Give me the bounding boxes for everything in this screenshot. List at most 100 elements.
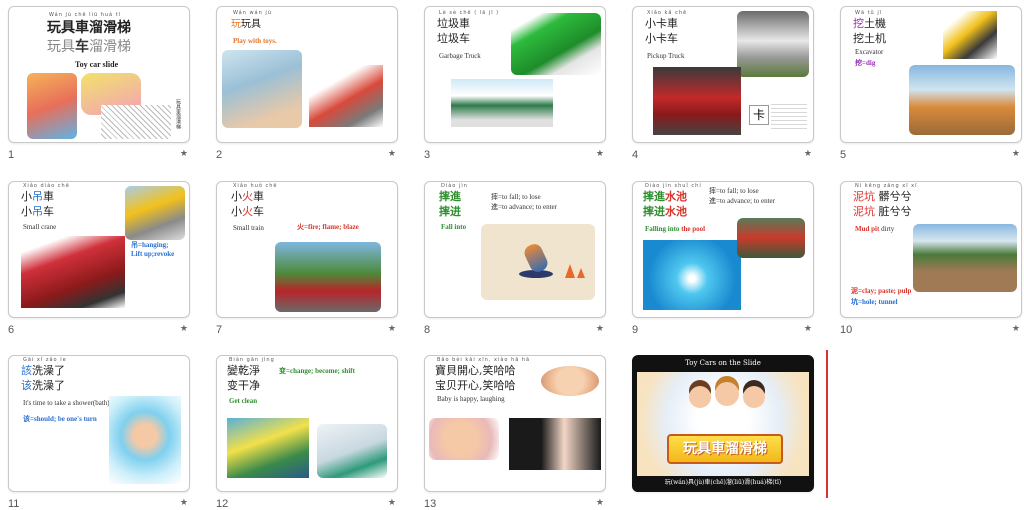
cleaning-photo bbox=[317, 424, 387, 478]
slide-7-gloss: 火=fire; flame; blaze bbox=[297, 223, 359, 231]
train-photo bbox=[275, 242, 381, 312]
slide-number: 7 bbox=[216, 324, 223, 336]
slide-10-gloss-2: 坑=hole; tunnel bbox=[851, 298, 898, 306]
slide-6-english: Small crane bbox=[23, 223, 57, 231]
cartoon-cleaning-photo bbox=[227, 418, 309, 478]
traffic-cone-icon bbox=[565, 264, 575, 278]
slide-14-canvas: Toy Cars on the Slide 玩具車溜滑梯 玩(wán)具(jù)… bbox=[632, 355, 814, 492]
cartoon-kids-illustration: 玩具車溜滑梯 bbox=[637, 372, 809, 476]
slide-4-simplified: 小卡车 bbox=[645, 32, 678, 45]
car-in-water-photo bbox=[737, 218, 805, 258]
slide-12-english: Get clean bbox=[229, 397, 258, 405]
kid-face-icon bbox=[715, 382, 739, 406]
slide-13-canvas: Bǎo bèi kāi xīn, xiào hā hā 寶貝開心,笑哈哈 宝贝开… bbox=[424, 355, 606, 492]
toy-car-photo bbox=[27, 73, 77, 139]
slide-8-simplified: 摔进 bbox=[439, 205, 461, 218]
slide-5-pinyin: Wā tǔ jī bbox=[855, 10, 883, 16]
slide-5-traditional: 挖土機 bbox=[853, 17, 886, 30]
title-banner: 玩具車溜滑梯 bbox=[667, 434, 783, 464]
slide-6-pinyin: Xiǎo diào chē bbox=[23, 183, 70, 189]
slide-13-english: Baby is happy, laughing bbox=[437, 395, 505, 403]
slide-ride-photo bbox=[309, 65, 383, 127]
slide-5-gloss: 挖=dig bbox=[855, 59, 876, 67]
slide-transition-icon: ★ bbox=[595, 324, 604, 334]
fall-illustration bbox=[481, 224, 595, 300]
slide-11-simplified: 该洗澡了 bbox=[21, 379, 65, 392]
slide-9-canvas: Diào jìn shuǐ chí 摔進水池 摔进水池 摔=to fall; t… bbox=[632, 181, 814, 318]
slide-11-gloss: 该=should; be one's turn bbox=[23, 415, 97, 423]
slide-13-simplified: 宝贝开心,笑哈哈 bbox=[435, 379, 516, 392]
slide-12-simplified: 变干净 bbox=[227, 379, 260, 392]
slide-9-english: Falling into the pool bbox=[645, 225, 706, 233]
slide-4-english: Pickup Truck bbox=[647, 52, 685, 60]
slide-7-simplified: 小火车 bbox=[231, 205, 264, 218]
slide-1-traditional: 玩具車溜滑梯 bbox=[47, 20, 131, 36]
slide-1-vertical-text: 玩具車溜滑梯 bbox=[175, 99, 181, 129]
slide-14-title: Toy Cars on the Slide bbox=[685, 359, 761, 367]
slide-8-gloss-2: 進=to advance; to enter bbox=[491, 203, 557, 211]
slide-5-simplified: 挖土机 bbox=[853, 32, 886, 45]
slide-5-canvas: Wā tǔ jī 挖土機 挖土机 Excavator 挖=dig bbox=[840, 6, 1022, 143]
excavator-toy-photo bbox=[943, 11, 997, 59]
slide-transition-icon: ★ bbox=[179, 498, 188, 508]
slide-10-gloss-1: 泥=clay; paste; pulp bbox=[851, 287, 912, 295]
kid-face-icon bbox=[689, 386, 711, 408]
slide-3-traditional: 垃圾車 bbox=[437, 17, 470, 30]
falling-person-icon bbox=[521, 241, 551, 275]
slide-8-pinyin: Diào jìn bbox=[441, 183, 468, 189]
slide-3-pinyin: Lè sè chē ( lā jī ) bbox=[439, 10, 500, 16]
red-pickup-photo bbox=[653, 67, 741, 135]
slide-number: 3 bbox=[424, 149, 431, 161]
slide-3-simplified: 垃圾车 bbox=[437, 32, 470, 45]
slide-7-pinyin: Xiǎo huǒ chē bbox=[233, 183, 278, 189]
slide-transition-icon: ★ bbox=[595, 149, 604, 159]
slide-1-simplified: 玩具车溜滑梯 bbox=[47, 39, 131, 55]
slide-number: 4 bbox=[632, 149, 639, 161]
slide-transition-icon: ★ bbox=[387, 498, 396, 508]
slide-7-english: Small train bbox=[233, 224, 264, 232]
slide-8-english: Fall into bbox=[441, 223, 467, 231]
slide-13-pinyin: Bǎo bèi kāi xīn, xiào hā hā bbox=[437, 357, 531, 363]
slide-number: 1 bbox=[8, 149, 15, 161]
baby-smiling-photo bbox=[429, 418, 499, 460]
slide-transition-icon: ★ bbox=[1011, 149, 1020, 159]
slide-2-english: Play with toys. bbox=[233, 37, 277, 45]
slide-transition-icon: ★ bbox=[803, 149, 812, 159]
slide-10-english: Mud pit dirty bbox=[855, 225, 895, 233]
slide-6-traditional: 小吊車 bbox=[21, 190, 54, 203]
slide-transition-icon: ★ bbox=[1011, 324, 1020, 334]
bath-illustration bbox=[109, 396, 181, 484]
slide-transition-icon: ★ bbox=[595, 498, 604, 508]
slide-10-pinyin: Ní kēng zāng xī xī bbox=[855, 183, 918, 189]
slide-9-pinyin: Diào jìn shuǐ chí bbox=[645, 183, 702, 189]
slide-number: 10 bbox=[840, 324, 853, 336]
slide-7-canvas: Xiǎo huǒ chē 小火車 小火车 Small train 火=fire;… bbox=[216, 181, 398, 318]
slide-4-traditional: 小卡車 bbox=[645, 17, 678, 30]
slide-4-pinyin: Xiǎo kǎ chē bbox=[647, 10, 688, 16]
slide-10-canvas: Ní kēng zāng xī xī 泥坑 髒兮兮 泥坑 脏兮兮 Mud pit… bbox=[840, 181, 1022, 318]
red-crane-photo bbox=[21, 236, 125, 308]
slide-number: 11 bbox=[8, 498, 20, 510]
slide-number: 2 bbox=[216, 149, 223, 161]
character-card: 卡 bbox=[749, 105, 769, 125]
slide-11-pinyin: Gāi xǐ zǎo le bbox=[23, 357, 67, 363]
white-pickup-photo bbox=[737, 11, 809, 77]
laughing-baby-photo bbox=[541, 366, 599, 396]
slide-12-pinyin: Biàn gān jìng bbox=[229, 357, 275, 363]
slide-14-caption: 玩(wán)具(jù)車(chē)溜(liū)滑(huá)梯(tī) bbox=[664, 479, 782, 486]
slide-transition-icon: ★ bbox=[179, 324, 188, 334]
slide-13-traditional: 寶貝開心,笑哈哈 bbox=[435, 364, 516, 377]
slide-2-chinese: 玩玩具 bbox=[231, 19, 261, 30]
slide-7-traditional: 小火車 bbox=[231, 190, 264, 203]
crane-photo bbox=[125, 186, 185, 240]
slide-1-english: Toy car slide bbox=[75, 60, 119, 69]
sketch-illustration bbox=[101, 105, 171, 139]
slide-6-canvas: Xiǎo diào chē 小吊車 小吊车 Small crane 吊=hang… bbox=[8, 181, 190, 318]
slide-6-simplified: 小吊车 bbox=[21, 205, 54, 218]
traffic-cone-icon bbox=[577, 268, 585, 278]
slide-6-gloss-1: 吊=hanging; bbox=[131, 241, 169, 249]
slide-6-gloss-2: Lift up;revoke bbox=[131, 250, 175, 258]
kid-face-icon bbox=[743, 386, 765, 408]
slide-9-gloss-2: 進=to advance; to enter bbox=[709, 197, 775, 205]
mud-pit-photo bbox=[913, 224, 1017, 292]
